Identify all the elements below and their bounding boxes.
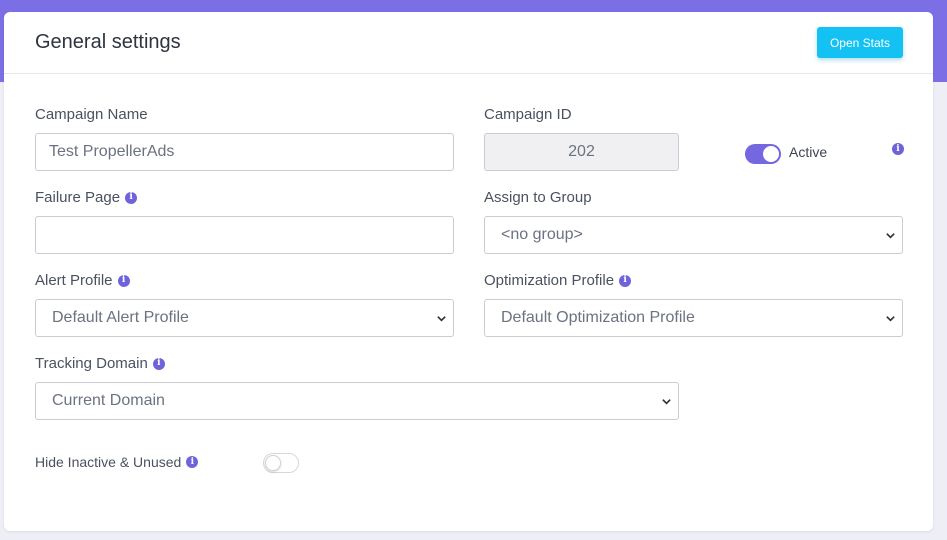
- assign-group-select[interactable]: <no group>: [484, 216, 903, 254]
- hide-inactive-label: Hide Inactive & Unused i: [35, 454, 199, 470]
- page-title: General settings: [35, 31, 181, 53]
- chevron-down-icon: [886, 316, 895, 322]
- tracking-domain-label: Tracking Domain i: [35, 355, 165, 372]
- toggle-knob: [265, 455, 281, 471]
- campaign-id-label: Campaign ID: [484, 106, 572, 123]
- chevron-down-icon: [437, 316, 446, 322]
- optimization-profile-label: Optimization Profile i: [484, 272, 632, 289]
- info-icon[interactable]: i: [619, 274, 632, 287]
- chevron-down-icon: [662, 399, 671, 405]
- open-stats-button[interactable]: Open Stats: [817, 27, 903, 58]
- assign-group-label: Assign to Group: [484, 189, 592, 206]
- failure-page-input[interactable]: [35, 216, 454, 254]
- card-header: General settings Open Stats: [4, 12, 933, 74]
- assign-group-value: <no group>: [501, 226, 583, 243]
- info-icon[interactable]: i: [125, 191, 138, 204]
- hide-inactive-toggle[interactable]: [263, 453, 299, 473]
- chevron-down-icon: [886, 233, 895, 239]
- info-icon[interactable]: i: [152, 357, 165, 370]
- info-icon[interactable]: i: [892, 143, 904, 155]
- campaign-name-input[interactable]: Test PropellerAds: [35, 133, 454, 171]
- campaign-id-field: 202: [484, 133, 679, 171]
- campaign-name-label: Campaign Name: [35, 106, 148, 123]
- toggle-knob: [763, 146, 779, 162]
- active-label: Active: [789, 144, 828, 160]
- active-toggle[interactable]: [745, 144, 781, 164]
- alert-profile-select[interactable]: Default Alert Profile: [35, 299, 454, 337]
- general-settings-card: General settings Open Stats Campaign Nam…: [4, 12, 933, 531]
- optimization-profile-value: Default Optimization Profile: [501, 309, 695, 326]
- info-icon[interactable]: i: [117, 274, 130, 287]
- optimization-profile-select[interactable]: Default Optimization Profile: [484, 299, 903, 337]
- failure-page-label: Failure Page i: [35, 189, 138, 206]
- alert-profile-label: Alert Profile i: [35, 272, 130, 289]
- alert-profile-value: Default Alert Profile: [52, 309, 189, 326]
- tracking-domain-select[interactable]: Current Domain: [35, 382, 679, 420]
- info-icon[interactable]: i: [186, 456, 199, 468]
- tracking-domain-value: Current Domain: [52, 392, 165, 409]
